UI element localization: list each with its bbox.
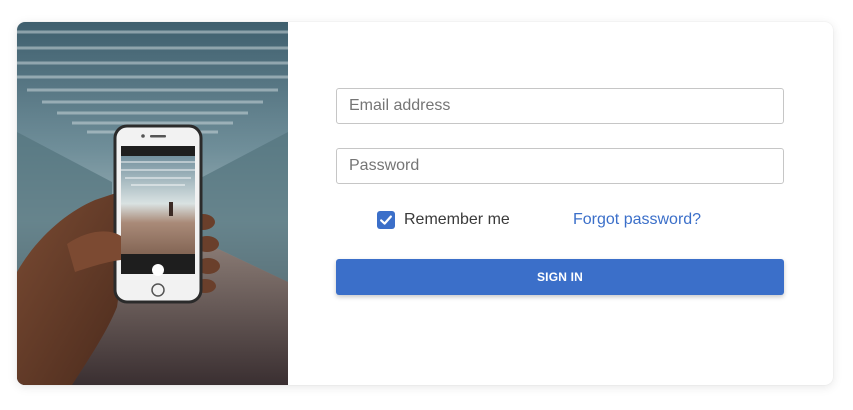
remember-me-checkbox[interactable]: Remember me <box>377 210 510 230</box>
remember-me-label: Remember me <box>404 211 510 228</box>
email-field[interactable] <box>336 88 784 124</box>
login-photo <box>17 22 288 385</box>
login-form: Remember me Forgot password? SIGN IN <box>288 22 833 385</box>
login-card: Remember me Forgot password? SIGN IN <box>17 22 833 385</box>
sign-in-button[interactable]: SIGN IN <box>336 259 784 295</box>
checkbox-checked-icon[interactable] <box>377 211 395 229</box>
password-field[interactable] <box>336 148 784 184</box>
forgot-password-link[interactable]: Forgot password? <box>573 211 701 229</box>
